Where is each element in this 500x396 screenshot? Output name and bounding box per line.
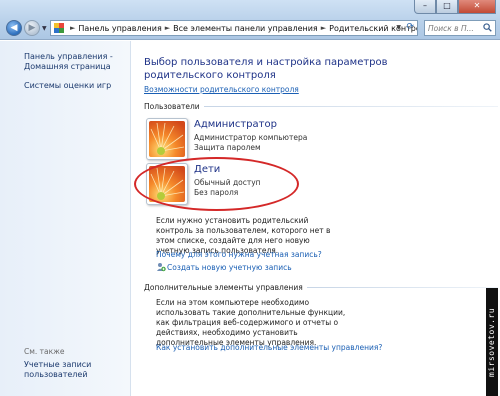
title-address-bar: – □ ✕ ◀ ▶ ▼ ► Панель управления ► Все эл…: [0, 0, 500, 40]
task-pane: Панель управления - Домашняя страница Си…: [0, 41, 131, 396]
user-name: Администратор: [194, 119, 277, 130]
additional-controls-description: Если на этом компьютере необходимо испол…: [156, 298, 346, 347]
user-tile-administrator[interactable]: Администратор Администратор компьютера З…: [146, 118, 346, 162]
why-account-needed-link[interactable]: Почему для этого нужна учетная запись?: [156, 250, 322, 259]
see-also-heading: См. также: [24, 347, 65, 356]
search-input[interactable]: Поиск в П...: [428, 24, 474, 33]
install-additional-controls-link[interactable]: Как установить дополнительные элементы у…: [156, 343, 382, 352]
chevron-right-icon[interactable]: ►: [165, 24, 170, 32]
chevron-right-icon[interactable]: ►: [321, 24, 326, 32]
add-user-icon[interactable]: [156, 262, 166, 272]
parental-controls-features-link[interactable]: Возможности родительского контроля: [144, 85, 299, 94]
avatar: [146, 118, 188, 160]
users-section-header: Пользователи: [144, 102, 498, 111]
user-type: Администратор компьютера: [194, 133, 308, 142]
highlight-ring: [134, 157, 299, 211]
user-accounts-link[interactable]: Учетные записи пользователей: [24, 360, 124, 380]
control-panel-home-link[interactable]: Панель управления - Домашняя страница: [24, 52, 128, 72]
additional-controls-section-header: Дополнительные элементы управления: [144, 283, 498, 292]
chevron-right-icon[interactable]: ►: [70, 24, 75, 32]
arrow-right-icon: ▶: [28, 23, 36, 33]
search-icon[interactable]: [483, 23, 492, 32]
watermark: mirsovetov.ru: [486, 288, 498, 396]
control-panel-icon: [54, 23, 64, 33]
forward-button[interactable]: ▶: [24, 20, 40, 36]
create-account-link[interactable]: Создать новую учетную запись: [167, 263, 292, 272]
window-controls: – □ ✕: [414, 0, 496, 14]
flower-avatar-icon: [149, 121, 185, 157]
close-button[interactable]: ✕: [458, 0, 496, 14]
breadcrumb-parental-controls[interactable]: Родительский контроль: [329, 24, 417, 33]
recent-pages-dropdown-icon[interactable]: ▼: [42, 25, 47, 32]
search-box[interactable]: Поиск в П...: [424, 20, 496, 36]
refresh-icon[interactable]: ⟳: [406, 22, 414, 32]
minimize-button[interactable]: –: [414, 0, 436, 14]
address-bar[interactable]: ► Панель управления ► Все элементы панел…: [50, 20, 418, 36]
page-title: Выбор пользователя и настройка параметро…: [144, 57, 388, 81]
arrow-left-icon: ◀: [10, 23, 18, 33]
maximize-button[interactable]: □: [436, 0, 458, 14]
breadcrumb-all-items[interactable]: Все элементы панели управления: [173, 24, 318, 33]
game-ratings-link[interactable]: Системы оценки игр: [24, 81, 111, 91]
back-button[interactable]: ◀: [6, 20, 22, 36]
breadcrumb-control-panel[interactable]: Панель управления: [78, 24, 161, 33]
address-dropdown-icon[interactable]: ▼: [396, 24, 401, 31]
user-password-status: Защита паролем: [194, 143, 261, 152]
